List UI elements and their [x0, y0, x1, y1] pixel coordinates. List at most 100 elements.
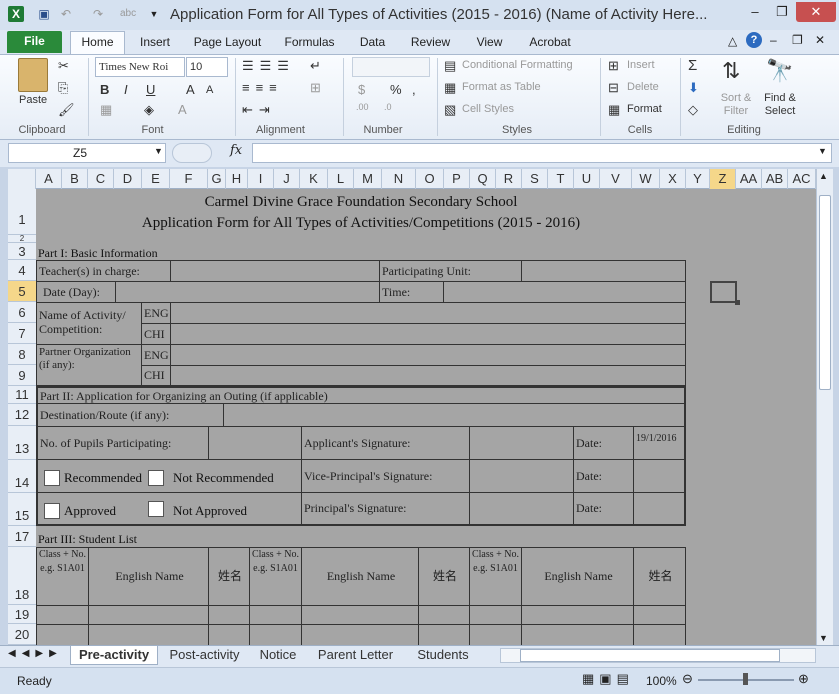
format-button[interactable]: Format	[627, 103, 662, 115]
help-icon[interactable]: ?	[746, 32, 762, 48]
principal-sig-field[interactable]	[469, 492, 574, 526]
underline-button[interactable]: U	[146, 82, 155, 97]
select-all-button[interactable]	[8, 169, 36, 189]
column-header[interactable]: T	[548, 169, 574, 189]
student-cell[interactable]	[301, 605, 419, 625]
sheet-tab-notice[interactable]: Notice	[252, 646, 304, 665]
clear-icon[interactable]: ◇	[688, 102, 698, 118]
paste-button[interactable]: Paste	[19, 94, 47, 106]
close-workbook-icon[interactable]: ✕	[815, 33, 825, 47]
row-header-selected[interactable]: 5	[8, 281, 36, 302]
font-size-select[interactable]: 10	[186, 57, 228, 77]
horizontal-align-icons[interactable]: ≡≡≡	[242, 80, 283, 95]
grow-font-icon[interactable]: A	[186, 82, 195, 97]
row-header[interactable]: 15	[8, 493, 36, 526]
decrease-decimal-icon[interactable]: .0	[384, 102, 392, 112]
student-cell[interactable]	[36, 605, 89, 625]
row-header[interactable]: 4	[8, 260, 36, 281]
column-header[interactable]: Y	[686, 169, 710, 189]
worksheet-grid[interactable]: Carmel Divine Grace Foundation Secondary…	[36, 189, 816, 645]
selected-cell-z5[interactable]	[710, 281, 737, 303]
bold-button[interactable]: B	[100, 82, 109, 97]
student-cell[interactable]	[521, 605, 634, 625]
redo-icon[interactable]: ↷	[90, 6, 106, 22]
date-day-field[interactable]	[115, 281, 380, 303]
spelling-icon[interactable]: abc	[120, 6, 136, 22]
merge-center-icon[interactable]: ⊞	[310, 80, 321, 96]
zoom-in-icon[interactable]: ⊕	[798, 671, 809, 687]
indent-icons[interactable]: ⇤⇥	[242, 102, 276, 118]
ribbon-collapse-icon[interactable]: △	[728, 34, 737, 48]
tab-file[interactable]: File	[7, 31, 62, 53]
row-header[interactable]: 1	[8, 189, 36, 235]
sheet-tab-students[interactable]: Students	[408, 646, 478, 665]
min-workbook-icon[interactable]: –	[770, 33, 777, 47]
row-header[interactable]: 2	[8, 235, 36, 243]
scroll-up-icon[interactable]: ▲	[819, 171, 828, 181]
date-value[interactable]: 19/1/2016	[633, 426, 686, 460]
column-header[interactable]: H	[226, 169, 248, 189]
column-header[interactable]: E	[142, 169, 170, 189]
row-header[interactable]: 13	[8, 426, 36, 460]
restore-button[interactable]: ❐	[769, 2, 795, 22]
column-header[interactable]: J	[274, 169, 300, 189]
expand-formula-bar-icon[interactable]: ▼	[818, 146, 827, 156]
row-header[interactable]: 6	[8, 302, 36, 323]
pupils-field[interactable]	[208, 426, 302, 460]
destination-field[interactable]	[223, 403, 686, 427]
column-header[interactable]: AA	[736, 169, 762, 189]
format-as-table-button[interactable]: Format as Table	[462, 81, 541, 93]
fill-icon[interactable]: ⬇	[688, 80, 699, 96]
number-format-select[interactable]	[352, 57, 430, 77]
column-header[interactable]: V	[600, 169, 632, 189]
insert-button[interactable]: Insert	[627, 59, 655, 71]
save-icon[interactable]: ▣	[36, 6, 52, 22]
column-header[interactable]: A	[36, 169, 62, 189]
name-box-dropdown-icon[interactable]: ▼	[154, 146, 163, 156]
paste-icon[interactable]	[18, 58, 48, 92]
percent-button[interactable]: %	[390, 82, 402, 97]
currency-icon[interactable]: $	[358, 82, 365, 97]
student-cell[interactable]	[469, 605, 522, 625]
column-header[interactable]: C	[88, 169, 114, 189]
column-header[interactable]: B	[62, 169, 88, 189]
tab-acrobat[interactable]: Acrobat	[524, 32, 576, 54]
vp-date-field[interactable]	[633, 459, 686, 493]
student-cell[interactable]	[301, 624, 419, 645]
partner-eng-field[interactable]	[170, 344, 686, 366]
horizontal-scroll-thumb[interactable]	[520, 649, 780, 662]
column-header[interactable]: K	[300, 169, 328, 189]
unit-field[interactable]	[521, 260, 686, 282]
row-header[interactable]: 14	[8, 460, 36, 493]
row-header[interactable]: 20	[8, 624, 36, 645]
formula-input[interactable]	[252, 143, 832, 163]
column-header[interactable]: X	[660, 169, 686, 189]
find-select-button[interactable]: Find & Select	[758, 92, 802, 118]
fill-handle[interactable]	[735, 300, 740, 305]
row-header[interactable]: 3	[8, 243, 36, 260]
comma-button[interactable]: ,	[412, 82, 416, 97]
column-header[interactable]: F	[170, 169, 208, 189]
tab-home[interactable]: Home	[70, 31, 125, 55]
scroll-thumb[interactable]	[819, 195, 831, 390]
column-header[interactable]: P	[444, 169, 470, 189]
font-name-select[interactable]: Times New Roi	[95, 57, 185, 77]
conditional-formatting-button[interactable]: Conditional Formatting	[462, 59, 573, 71]
copy-icon[interactable]: ⎘	[58, 80, 68, 96]
undo-icon[interactable]: ↶	[58, 6, 74, 22]
column-header[interactable]: N	[382, 169, 416, 189]
zoom-level[interactable]: 100%	[646, 674, 677, 688]
row-header[interactable]: 8	[8, 344, 36, 365]
not-approved-checkbox[interactable]	[148, 501, 164, 517]
cut-icon[interactable]: ✂	[58, 58, 69, 74]
partner-chi-field[interactable]	[170, 365, 686, 386]
scroll-down-icon[interactable]: ▼	[819, 633, 828, 643]
student-cell[interactable]	[633, 624, 686, 645]
applicant-sig-field[interactable]	[469, 426, 574, 460]
wrap-text-icon[interactable]: ↵	[310, 58, 321, 74]
column-header[interactable]: Q	[470, 169, 496, 189]
column-header[interactable]: I	[248, 169, 274, 189]
row-header[interactable]: 7	[8, 323, 36, 344]
tab-review[interactable]: Review	[408, 32, 453, 54]
restore-workbook-icon[interactable]: ❐	[792, 33, 803, 47]
